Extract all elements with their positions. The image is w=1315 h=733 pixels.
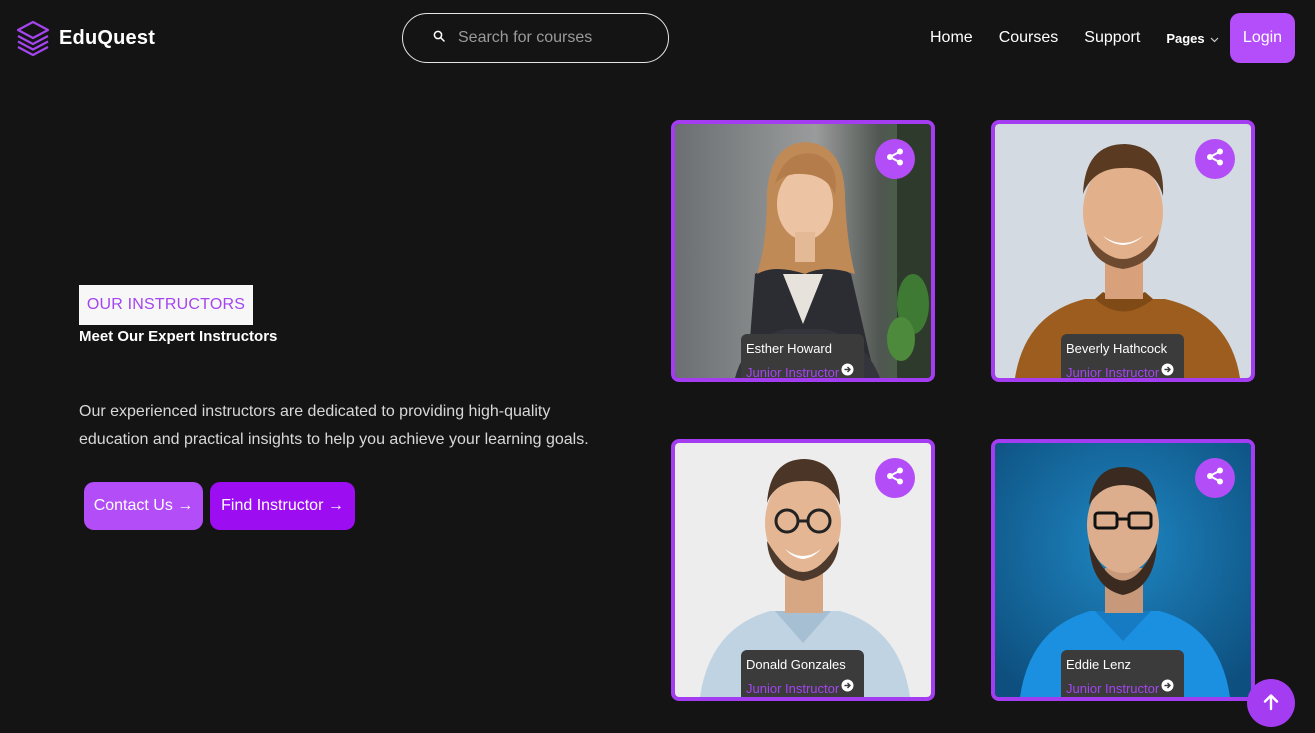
section-heading: Meet Our Expert Instructors	[79, 328, 278, 345]
instructor-role: Junior Instructor	[1066, 364, 1160, 380]
arrow-right-circle-icon	[1161, 679, 1174, 697]
brand-logo[interactable]: EduQuest	[16, 20, 155, 56]
search-bar[interactable]	[402, 13, 669, 63]
share-button[interactable]	[875, 139, 915, 179]
arrow-right-circle-icon	[1161, 363, 1174, 378]
instructor-role-link[interactable]: Junior Instructor	[746, 679, 859, 697]
layers-icon	[16, 20, 50, 56]
nav-home[interactable]: Home	[930, 29, 973, 47]
contact-us-button[interactable]: Contact Us →	[84, 482, 203, 530]
instructor-name: Beverly Hathcock	[1066, 341, 1168, 356]
instructor-role-link[interactable]: Junior Instructor	[1066, 679, 1179, 697]
find-instructor-button[interactable]: Find Instructor →	[210, 482, 355, 530]
page: EduQuest Home Courses Support Pages Logi…	[0, 0, 1315, 733]
instructor-name: Donald Gonzales	[746, 657, 846, 672]
arrow-right-circle-icon	[841, 679, 854, 697]
scroll-top-button[interactable]	[1247, 679, 1295, 727]
chevron-down-icon	[1210, 31, 1219, 46]
instructor-card[interactable]: Eddie Lenz Junior Instructor	[991, 439, 1255, 701]
main-nav: Home Courses Support Pages	[930, 29, 1219, 47]
instructor-info: Beverly Hathcock Junior Instructor	[1061, 334, 1184, 380]
instructor-role: Junior Instructor	[1066, 680, 1160, 696]
instructor-info: Donald Gonzales Junior Instructor	[741, 650, 864, 697]
brand-name: EduQuest	[59, 26, 156, 49]
instructor-card[interactable]: Donald Gonzales Junior Instructor	[671, 439, 935, 701]
instructor-info: Esther Howard Junior Instructor	[741, 334, 864, 380]
arrow-up-icon	[1261, 692, 1281, 715]
share-button[interactable]	[1195, 139, 1235, 179]
nav-support[interactable]: Support	[1084, 29, 1140, 47]
section-tag: OUR INSTRUCTORS	[79, 285, 253, 325]
search-icon	[433, 29, 445, 47]
instructor-role: Junior Instructor	[746, 364, 840, 380]
instructor-card[interactable]: Beverly Hathcock Junior Instructor	[991, 120, 1255, 382]
share-button[interactable]	[875, 458, 915, 498]
share-icon	[1205, 466, 1225, 491]
nav-pages-dropdown[interactable]: Pages	[1166, 30, 1219, 46]
share-icon	[885, 147, 905, 172]
share-icon	[1205, 147, 1225, 172]
instructor-role-link[interactable]: Junior Instructor	[746, 363, 859, 380]
instructor-card[interactable]: Esther Howard Junior Instructor	[671, 120, 935, 382]
login-button[interactable]: Login	[1230, 13, 1295, 63]
instructor-name: Esther Howard	[746, 341, 832, 356]
nav-courses[interactable]: Courses	[999, 29, 1059, 47]
instructor-name: Eddie Lenz	[1066, 657, 1132, 672]
share-icon	[885, 466, 905, 491]
share-button[interactable]	[1195, 458, 1235, 498]
search-input[interactable]	[458, 29, 658, 47]
nav-pages-label: Pages	[1166, 30, 1205, 46]
arrow-right-circle-icon	[841, 363, 854, 378]
section-description: Our experienced instructors are dedicate…	[79, 403, 589, 448]
instructor-info: Eddie Lenz Junior Instructor	[1061, 650, 1184, 697]
instructor-role-link[interactable]: Junior Instructor	[1066, 363, 1179, 380]
instructor-role: Junior Instructor	[746, 680, 840, 696]
